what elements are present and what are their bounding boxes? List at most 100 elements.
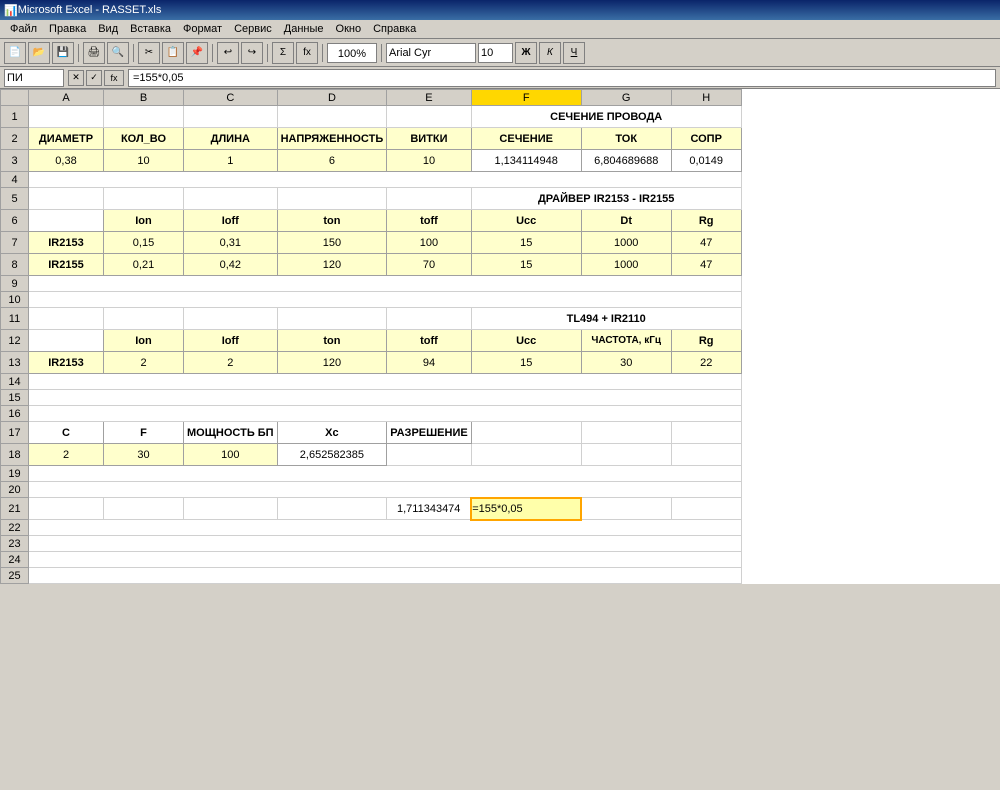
cell-c2[interactable]: ДЛИНА bbox=[184, 128, 278, 150]
cell-e7[interactable]: 100 bbox=[387, 232, 471, 254]
cell-d18[interactable]: 2,652582385 bbox=[277, 444, 387, 466]
cell-d2[interactable]: НАПРЯЖЕННОСТЬ bbox=[277, 128, 387, 150]
cell-f21-active[interactable]: =155*0,05 bbox=[471, 498, 581, 520]
row-1-header[interactable]: 1 bbox=[1, 106, 29, 128]
cell-f7[interactable]: 15 bbox=[471, 232, 581, 254]
cell-d1[interactable] bbox=[277, 106, 387, 128]
cell-e18[interactable] bbox=[387, 444, 471, 466]
cell-c11[interactable] bbox=[184, 308, 278, 330]
row-19-header[interactable]: 19 bbox=[1, 466, 29, 482]
cell-c6[interactable]: Ioff bbox=[184, 210, 278, 232]
row-18-header[interactable]: 18 bbox=[1, 444, 29, 466]
cell-h3[interactable]: 0,0149 bbox=[671, 150, 741, 172]
cell-a4[interactable] bbox=[29, 172, 742, 188]
cell-h12[interactable]: Rg bbox=[671, 330, 741, 352]
cell-a11[interactable] bbox=[29, 308, 104, 330]
col-b[interactable]: B bbox=[104, 90, 184, 106]
cell-e17[interactable]: РАЗРЕШЕНИЕ bbox=[387, 422, 471, 444]
cell-d6[interactable]: ton bbox=[277, 210, 387, 232]
cell-a19[interactable] bbox=[29, 466, 742, 482]
cell-c18[interactable]: 100 bbox=[184, 444, 278, 466]
cell-f11-merged[interactable]: TL494 + IR2110 bbox=[471, 308, 741, 330]
cell-d5[interactable] bbox=[277, 188, 387, 210]
cell-f18[interactable] bbox=[471, 444, 581, 466]
row-13-header[interactable]: 13 bbox=[1, 352, 29, 374]
cell-f1-merged[interactable]: СЕЧЕНИЕ ПРОВОДА bbox=[471, 106, 741, 128]
cell-h2[interactable]: СОПР bbox=[671, 128, 741, 150]
col-a[interactable]: A bbox=[29, 90, 104, 106]
cell-g21[interactable] bbox=[581, 498, 671, 520]
cell-f17[interactable] bbox=[471, 422, 581, 444]
col-g[interactable]: G bbox=[581, 90, 671, 106]
row-11-header[interactable]: 11 bbox=[1, 308, 29, 330]
save-button[interactable]: 💾 bbox=[52, 42, 74, 64]
formula-confirm[interactable]: ✓ bbox=[86, 70, 102, 86]
cell-a17[interactable]: C bbox=[29, 422, 104, 444]
cell-e12[interactable]: toff bbox=[387, 330, 471, 352]
cell-e6[interactable]: toff bbox=[387, 210, 471, 232]
cell-e5[interactable] bbox=[387, 188, 471, 210]
cell-g13[interactable]: 30 bbox=[581, 352, 671, 374]
cell-e3[interactable]: 10 bbox=[387, 150, 471, 172]
cell-c3[interactable]: 1 bbox=[184, 150, 278, 172]
col-h[interactable]: H bbox=[671, 90, 741, 106]
menu-file[interactable]: Файл bbox=[4, 22, 43, 36]
cell-g8[interactable]: 1000 bbox=[581, 254, 671, 276]
row-2-header[interactable]: 2 bbox=[1, 128, 29, 150]
cell-b2[interactable]: КОЛ_ВО bbox=[104, 128, 184, 150]
cell-a20[interactable] bbox=[29, 482, 742, 498]
cell-h18[interactable] bbox=[671, 444, 741, 466]
menu-insert[interactable]: Вставка bbox=[124, 22, 177, 36]
redo-button[interactable]: ↪ bbox=[241, 42, 263, 64]
row-9-header[interactable]: 9 bbox=[1, 276, 29, 292]
formula-fx[interactable]: fx bbox=[104, 70, 124, 86]
cell-a3[interactable]: 0,38 bbox=[29, 150, 104, 172]
italic-button[interactable]: К bbox=[539, 42, 561, 64]
cell-g3[interactable]: 6,804689688 bbox=[581, 150, 671, 172]
cell-f6[interactable]: Ucc bbox=[471, 210, 581, 232]
fx-button[interactable]: fx bbox=[296, 42, 318, 64]
cell-c13[interactable]: 2 bbox=[184, 352, 278, 374]
cell-f8[interactable]: 15 bbox=[471, 254, 581, 276]
cell-e21[interactable]: 1,711343474 bbox=[387, 498, 471, 520]
cell-h21[interactable] bbox=[671, 498, 741, 520]
name-box[interactable] bbox=[4, 69, 64, 87]
paste-button[interactable]: 📌 bbox=[186, 42, 208, 64]
row-7-header[interactable]: 7 bbox=[1, 232, 29, 254]
cell-g2[interactable]: ТОК bbox=[581, 128, 671, 150]
cell-c8[interactable]: 0,42 bbox=[184, 254, 278, 276]
cell-a21[interactable] bbox=[29, 498, 104, 520]
cell-h17[interactable] bbox=[671, 422, 741, 444]
cell-f5-merged[interactable]: ДРАЙВЕР IR2153 - IR2155 bbox=[471, 188, 741, 210]
cell-f2[interactable]: СЕЧЕНИЕ bbox=[471, 128, 581, 150]
cell-d21[interactable] bbox=[277, 498, 387, 520]
row-25-header[interactable]: 25 bbox=[1, 568, 29, 584]
menu-data[interactable]: Данные bbox=[278, 22, 330, 36]
cut-button[interactable]: ✂ bbox=[138, 42, 160, 64]
cell-a1[interactable] bbox=[29, 106, 104, 128]
cell-a9[interactable] bbox=[29, 276, 742, 292]
cell-b13[interactable]: 2 bbox=[104, 352, 184, 374]
cell-e8[interactable]: 70 bbox=[387, 254, 471, 276]
cell-a14[interactable] bbox=[29, 374, 742, 390]
cell-c1[interactable] bbox=[184, 106, 278, 128]
cell-a22[interactable] bbox=[29, 520, 742, 536]
row-12-header[interactable]: 12 bbox=[1, 330, 29, 352]
menu-view[interactable]: Вид bbox=[92, 22, 124, 36]
cell-c5[interactable] bbox=[184, 188, 278, 210]
font-selector[interactable] bbox=[386, 43, 476, 63]
cell-e11[interactable] bbox=[387, 308, 471, 330]
col-f[interactable]: F bbox=[471, 90, 581, 106]
print-button[interactable]: 🖨 bbox=[83, 42, 105, 64]
cell-d3[interactable]: 6 bbox=[277, 150, 387, 172]
open-button[interactable]: 📂 bbox=[28, 42, 50, 64]
cell-b17[interactable]: F bbox=[104, 422, 184, 444]
cell-b21[interactable] bbox=[104, 498, 184, 520]
cell-b1[interactable] bbox=[104, 106, 184, 128]
cell-a5[interactable] bbox=[29, 188, 104, 210]
cell-g7[interactable]: 1000 bbox=[581, 232, 671, 254]
cell-b3[interactable]: 10 bbox=[104, 150, 184, 172]
row-15-header[interactable]: 15 bbox=[1, 390, 29, 406]
col-d[interactable]: D bbox=[277, 90, 387, 106]
row-6-header[interactable]: 6 bbox=[1, 210, 29, 232]
